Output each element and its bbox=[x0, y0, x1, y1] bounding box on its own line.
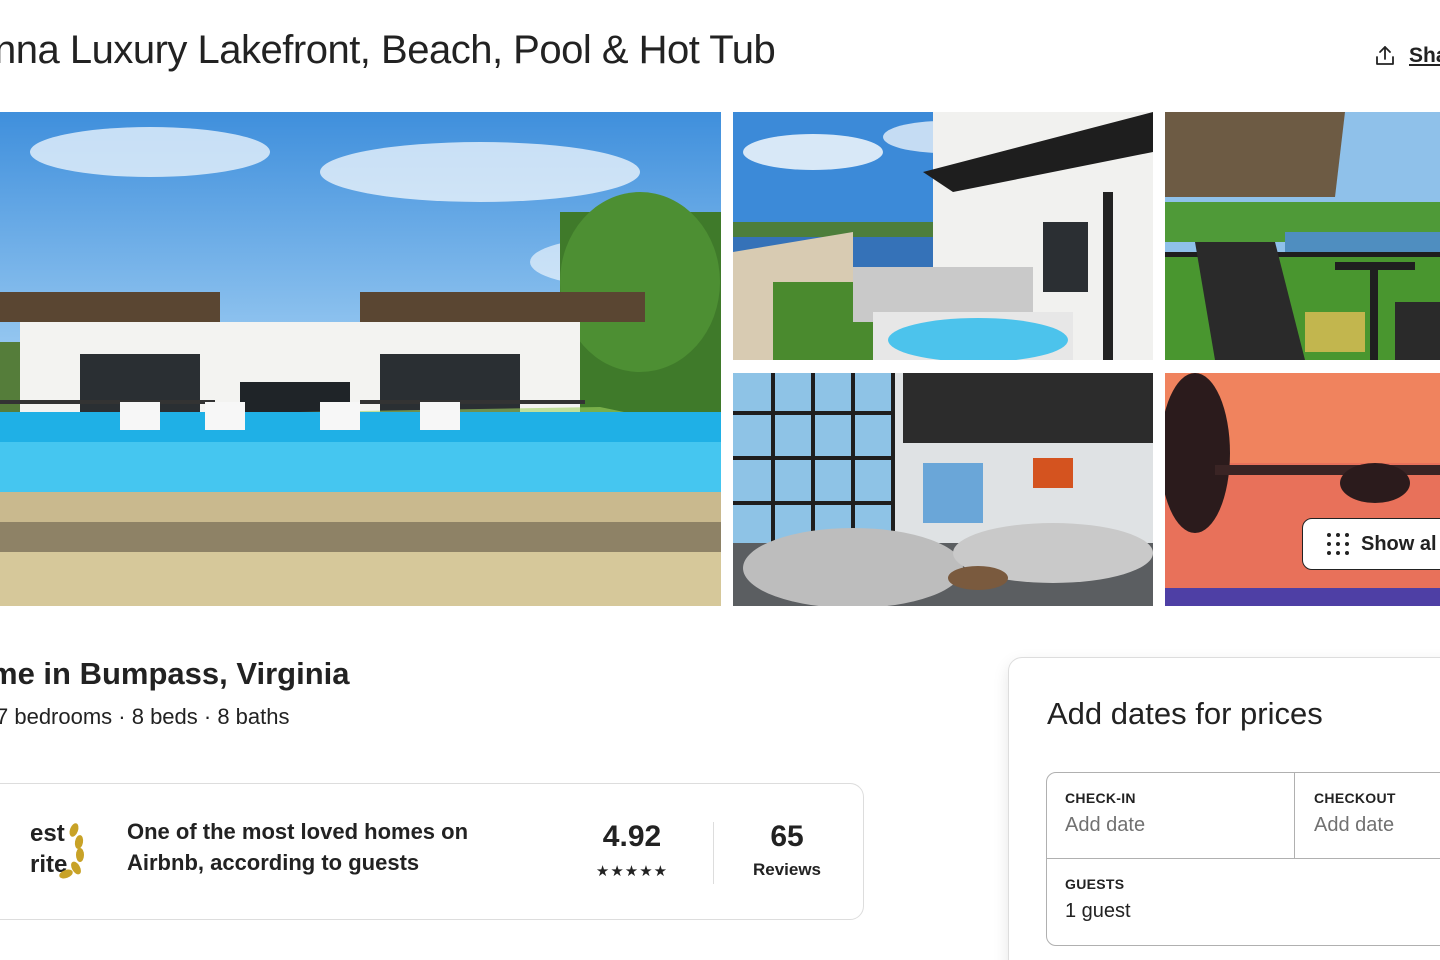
guest-favorite-description: One of the most loved homes on Airbnb, a… bbox=[127, 819, 469, 875]
reviews-label[interactable]: Reviews bbox=[740, 860, 834, 880]
photo-hot-tub[interactable] bbox=[733, 112, 1153, 360]
show-all-photos-button[interactable]: Show al bbox=[1302, 518, 1440, 570]
checkout-field[interactable]: Add date bbox=[1314, 814, 1394, 837]
share-icon bbox=[1376, 46, 1394, 65]
date-divider-vertical bbox=[1294, 772, 1295, 858]
share-label: Sha bbox=[1409, 44, 1440, 67]
guests-field[interactable]: 1 guest bbox=[1065, 900, 1131, 923]
share-button[interactable]: Sha bbox=[1373, 44, 1440, 68]
listing-details: 7 bedrooms · 8 beds · 8 baths bbox=[0, 704, 290, 729]
checkin-label[interactable]: CHECK-IN bbox=[1065, 790, 1136, 806]
photo-balcony[interactable] bbox=[1165, 112, 1440, 360]
listing-title: nna Luxury Lakefront, Beach, Pool & Hot … bbox=[0, 28, 776, 72]
checkout-label[interactable]: CHECKOUT bbox=[1314, 790, 1396, 806]
reviews-count[interactable]: 65 bbox=[740, 820, 834, 854]
rating-value: 4.92 bbox=[602, 820, 662, 853]
checkin-field[interactable]: Add date bbox=[1065, 814, 1145, 837]
booking-heading: Add dates for prices bbox=[1047, 696, 1323, 731]
rating-stars: ★★★★★ bbox=[595, 863, 669, 880]
grid-dots-icon bbox=[1327, 533, 1349, 555]
show-all-label: Show al bbox=[1361, 532, 1437, 555]
photo-main[interactable] bbox=[0, 112, 721, 606]
rating-divider bbox=[713, 822, 714, 884]
date-divider-horizontal bbox=[1046, 858, 1440, 859]
laurel-icon bbox=[59, 823, 84, 879]
listing-subtitle: me in Bumpass, Virginia bbox=[0, 656, 350, 691]
photo-sunset[interactable] bbox=[1165, 373, 1440, 606]
photo-living-room[interactable] bbox=[733, 373, 1153, 606]
guests-label[interactable]: GUESTS bbox=[1065, 876, 1124, 892]
